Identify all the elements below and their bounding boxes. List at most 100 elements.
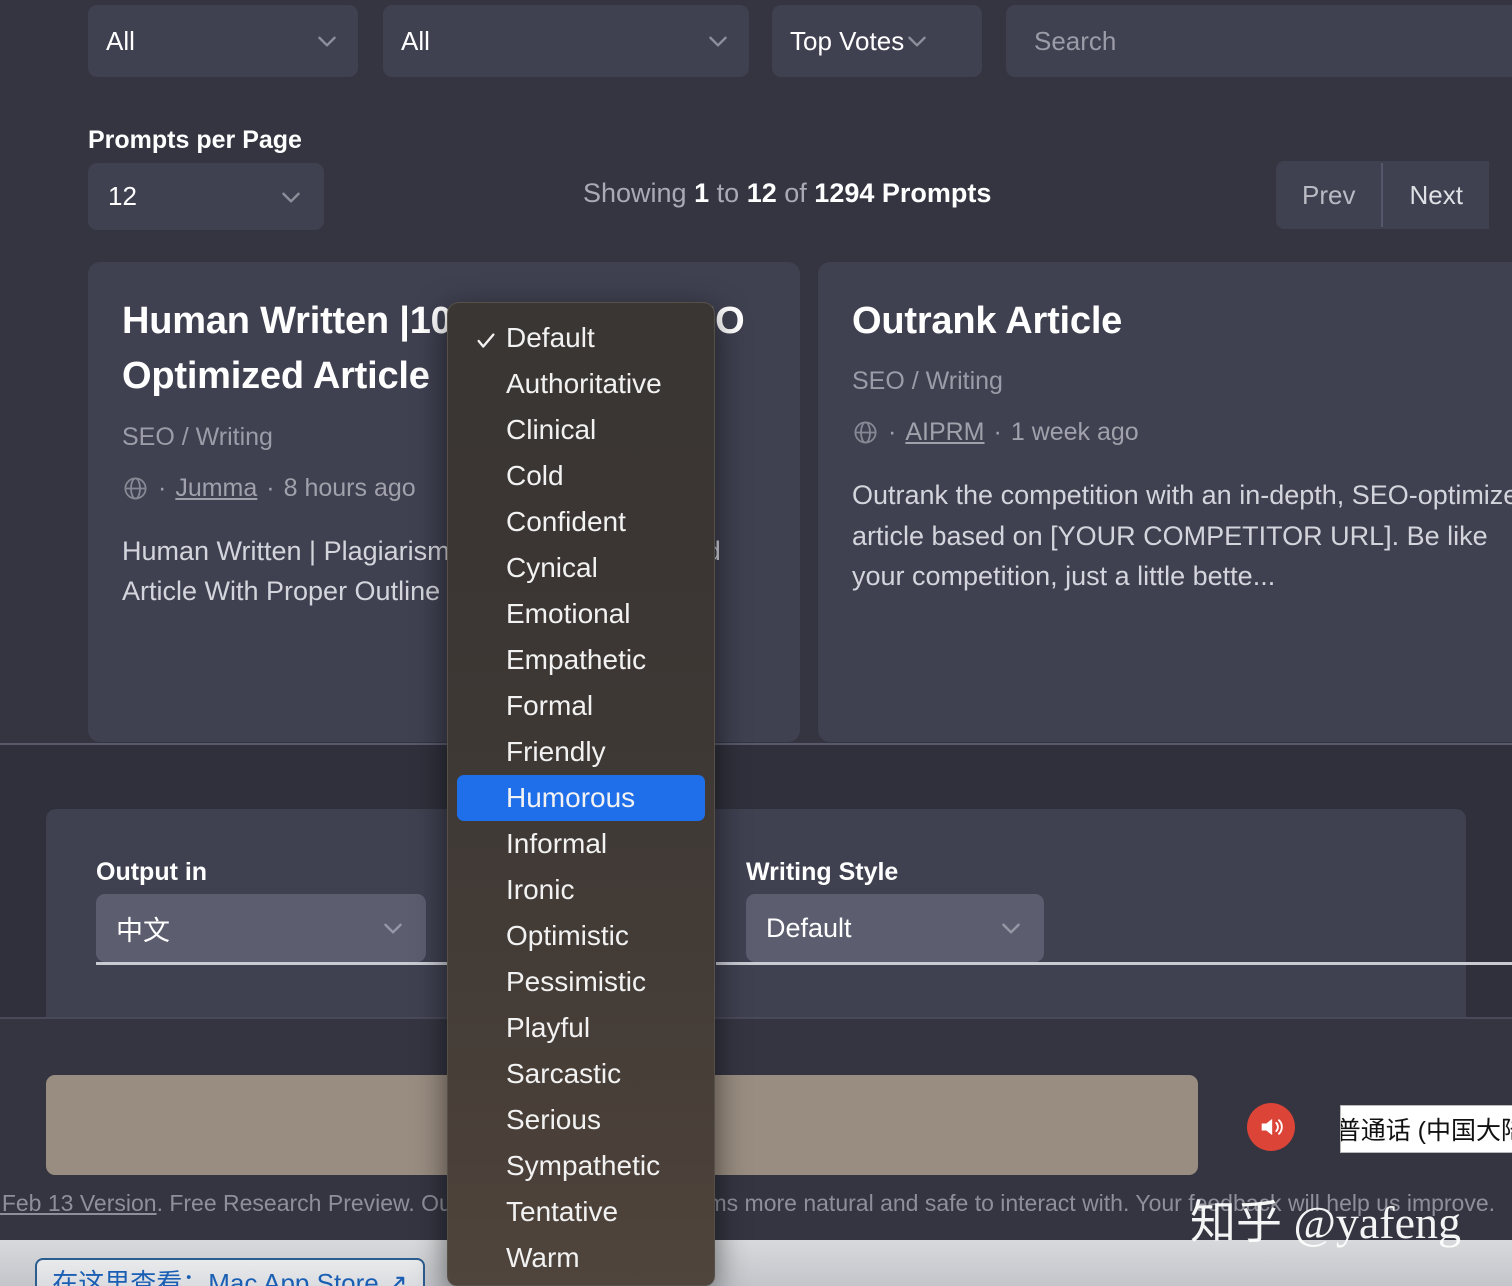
chevron-down-icon <box>278 184 304 210</box>
tone-option[interactable]: Warm <box>457 1235 705 1281</box>
tone-option[interactable]: Emotional <box>457 591 705 637</box>
tone-option-label: Cynical <box>506 552 598 584</box>
prev-page-button[interactable]: Prev <box>1276 161 1381 229</box>
showing-from: 1 <box>694 178 709 208</box>
prompts-per-page-value: 12 <box>108 181 278 212</box>
field-underline <box>96 962 448 965</box>
tone-option[interactable]: Serious <box>457 1097 705 1143</box>
app-root: All All Top Votes Search Prompts per Pag… <box>0 0 1512 1286</box>
prompts-per-page-label: Prompts per Page <box>88 126 302 155</box>
tone-option-label: Sarcastic <box>506 1058 621 1090</box>
tone-option-label: Formal <box>506 690 593 722</box>
tone-option[interactable]: Humorous <box>457 775 705 821</box>
tone-option[interactable]: Tentative <box>457 1189 705 1235</box>
writing-style-label: Writing Style <box>746 858 898 887</box>
tone-option-label: Confident <box>506 506 626 538</box>
tone-option-label: Emotional <box>506 598 631 630</box>
tone-option[interactable]: Sarcastic <box>457 1051 705 1097</box>
tone-option[interactable]: Ironic <box>457 867 705 913</box>
tone-option[interactable]: Formal <box>457 683 705 729</box>
output-language-value: 中文 <box>116 909 380 948</box>
tone-option-label: Cold <box>506 460 564 492</box>
prompt-timestamp: 8 hours ago <box>284 474 416 503</box>
tone-option-label: Default <box>506 322 595 354</box>
tone-option[interactable]: Clinical <box>457 407 705 453</box>
meta-separator: · <box>994 418 1002 447</box>
sort-filter-select[interactable]: Top Votes <box>772 5 982 77</box>
search-placeholder: Search <box>1034 26 1116 57</box>
showing-to-word: to <box>717 178 740 208</box>
check-icon <box>475 327 497 349</box>
tone-option[interactable]: Friendly <box>457 729 705 775</box>
writing-style-select[interactable]: Default <box>746 894 1044 962</box>
tone-option[interactable]: Empathetic <box>457 637 705 683</box>
showing-to: 12 <box>747 178 777 208</box>
tone-option-label: Optimistic <box>506 920 629 952</box>
chevron-down-icon <box>998 915 1024 941</box>
tone-option-label: Ironic <box>506 874 574 906</box>
chevron-down-icon <box>380 915 406 941</box>
tone-option[interactable]: Informal <box>457 821 705 867</box>
search-input[interactable]: Search <box>1006 5 1512 77</box>
speaker-icon[interactable] <box>1247 1103 1295 1151</box>
next-page-button[interactable]: Next <box>1383 161 1488 229</box>
tone-option-label: Playful <box>506 1012 590 1044</box>
activity-filter-select[interactable]: All <box>383 5 749 77</box>
showing-total: 1294 Prompts <box>814 178 991 208</box>
tone-option-label: Humorous <box>506 782 635 814</box>
tone-option[interactable]: Sympathetic <box>457 1143 705 1189</box>
tone-option[interactable]: Cynical <box>457 545 705 591</box>
footer-note: ChatGPT Feb 13 Version. Free Research Pr… <box>0 1190 1512 1217</box>
showing-of-word: of <box>784 178 807 208</box>
prompt-category: SEO / Writing <box>852 367 1512 396</box>
tone-option-label: Clinical <box>506 414 596 446</box>
version-link[interactable]: ChatGPT Feb 13 Version <box>0 1190 157 1216</box>
tone-option-label: Friendly <box>506 736 606 768</box>
topic-filter-select[interactable]: All <box>88 5 358 77</box>
tone-option-label: Sympathetic <box>506 1150 660 1182</box>
writing-style-value: Default <box>766 913 998 944</box>
showing-status: Showing 1 to 12 of 1294 Prompts <box>583 178 991 209</box>
tone-option-label: Authoritative <box>506 368 662 400</box>
tone-option[interactable]: Default <box>457 315 705 361</box>
globe-icon <box>852 419 879 446</box>
meta-separator: · <box>158 474 166 503</box>
tone-option[interactable]: Confident <box>457 499 705 545</box>
tone-option-label: Warm <box>506 1242 580 1274</box>
tone-option[interactable]: Playful <box>457 1005 705 1051</box>
speech-language-chip[interactable]: 普通话 (中国大陆) <box>1340 1105 1512 1153</box>
prompt-title: Outrank Article <box>852 294 1512 349</box>
tone-option[interactable]: Optimistic <box>457 913 705 959</box>
mac-app-store-badge[interactable]: 在这里查看：Mac App Store ↗ <box>35 1258 425 1286</box>
output-language-label: Output in <box>96 858 207 887</box>
prompt-author-link[interactable]: Jumma <box>175 474 257 503</box>
tone-option[interactable]: Pessimistic <box>457 959 705 1005</box>
prompts-per-page-select[interactable]: 12 <box>88 163 324 230</box>
pagination-controls: Prev Next <box>1276 161 1489 229</box>
tone-dropdown-menu[interactable]: Default Authoritative Clinical Cold Confiden… <box>447 302 715 1286</box>
topic-filter-value: All <box>106 26 314 57</box>
prompt-author-link[interactable]: AIPRM <box>905 418 984 447</box>
showing-prefix: Showing <box>583 178 687 208</box>
meta-separator: · <box>888 418 896 447</box>
tone-option-label: Empathetic <box>506 644 646 676</box>
tone-option[interactable]: Authoritative <box>457 361 705 407</box>
output-language-select[interactable]: 中文 <box>96 894 426 962</box>
tone-option[interactable]: Cold <box>457 453 705 499</box>
chevron-down-icon <box>904 28 930 54</box>
chevron-down-icon <box>705 28 731 54</box>
globe-icon <box>122 475 149 502</box>
footer-text: . Free Research Preview. Our goal is to … <box>157 1190 1495 1216</box>
tone-option-label: Pessimistic <box>506 966 646 998</box>
filter-bar: All All Top Votes Search <box>0 0 1512 96</box>
tone-option-label: Informal <box>506 828 607 860</box>
prompt-description: Outrank the competition with an in-depth… <box>852 475 1512 596</box>
tone-option-label: Tentative <box>506 1196 618 1228</box>
activity-filter-value: All <box>401 26 705 57</box>
tone-option-label: Serious <box>506 1104 601 1136</box>
meta-separator: · <box>266 474 274 503</box>
prompt-card[interactable]: Outrank Article SEO / Writing · AIPRM · … <box>818 262 1512 742</box>
chevron-down-icon <box>314 28 340 54</box>
sort-filter-value: Top Votes <box>790 26 904 57</box>
prompt-meta: · AIPRM · 1 week ago <box>852 418 1512 447</box>
